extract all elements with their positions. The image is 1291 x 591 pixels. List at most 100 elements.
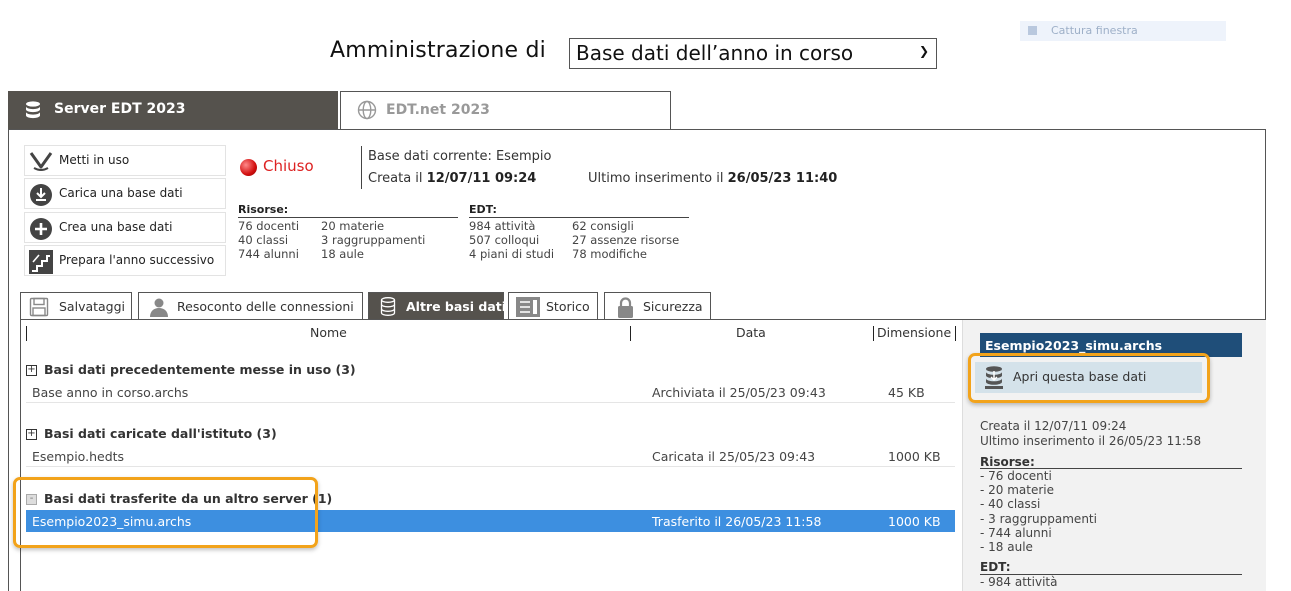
stat-students: 744 alunni [238, 247, 299, 261]
status-label: Chiuso [263, 157, 314, 175]
current-database-name: Base dati corrente: Esempio [368, 149, 552, 164]
last-insert-date: 26/05/23 11:40 [727, 171, 838, 186]
detail-resource-item: - 18 aule [980, 540, 1033, 555]
detail-resource-item: - 3 raggruppamenti [980, 511, 1097, 526]
tab-server-label: Server EDT 2023 [54, 101, 186, 117]
detail-edt-item: - 984 attività [980, 575, 1058, 589]
column-separator[interactable] [26, 326, 27, 341]
history-icon [516, 297, 540, 320]
tab-history-label: Storico [546, 299, 590, 314]
current-database-created: Creata il 12/07/11 09:24 [368, 171, 536, 186]
stat-changes: 78 modifiche [572, 247, 647, 261]
edt-rule [469, 217, 689, 218]
resources-title: Risorse: [238, 203, 289, 216]
row-date: Trasferito il 26/05/23 11:58 [652, 514, 822, 529]
capture-window-button[interactable]: Cattura finestra [1020, 21, 1226, 41]
put-in-use-button[interactable]: Metti in uso [24, 145, 226, 176]
tab-net-label: EDT.net 2023 [386, 102, 490, 118]
column-separator[interactable] [955, 326, 956, 341]
capture-window-label: Cattura finestra [1051, 24, 1138, 37]
globe-icon [357, 100, 377, 124]
detail-last-insert: Ultimo inserimento il 26/05/23 11:58 [980, 434, 1202, 448]
tab-backups-label: Salvataggi [59, 299, 126, 314]
stat-subjects: 20 materie [321, 219, 385, 233]
stat-councils: 62 consigli [572, 219, 634, 233]
create-database-button[interactable]: Crea una base dati [24, 212, 226, 243]
stat-groupings: 3 raggruppamenti [321, 233, 426, 247]
row-size: 45 KB [888, 385, 925, 400]
table-row[interactable]: Esempio.hedts Caricata il 25/05/23 09:43… [26, 445, 955, 467]
tab-connections-report-label: Resoconto delle connessioni [177, 299, 354, 314]
highlight-frame [968, 353, 1210, 403]
status-bulb-icon [240, 159, 257, 176]
tab-edt-net[interactable]: EDT.net 2023 [340, 91, 671, 129]
tab-other-databases-label: Altre basi dati [406, 299, 507, 314]
group-previously-in-use[interactable]: + Basi dati precedentemente messe in uso… [26, 362, 356, 377]
database-select-value: Base dati dell’anno in corso [576, 41, 854, 65]
save-icon [29, 297, 49, 320]
row-size: 1000 KB [888, 514, 941, 529]
row-name: Esempio.hedts [32, 449, 125, 464]
tab-connections-report[interactable]: Resoconto delle connessioni [138, 292, 363, 320]
created-prefix: Creata il [368, 171, 423, 186]
create-database-label: Crea una base dati [59, 220, 173, 234]
expand-icon[interactable]: + [26, 429, 37, 440]
plus-circle-icon [29, 217, 53, 244]
group-uploaded-by-school[interactable]: + Basi dati caricate dall'istituto (3) [26, 426, 277, 441]
resources-col-1: 76 docenti 40 classi 744 alunni [238, 219, 299, 261]
database-select[interactable]: Base dati dell’anno in corso ❯ [569, 38, 937, 69]
tab-server-edt[interactable]: Server EDT 2023 [8, 91, 338, 129]
stat-study-plans: 4 piani di studi [469, 247, 555, 261]
tab-other-databases[interactable]: Altre basi dati [368, 292, 507, 320]
column-separator[interactable] [873, 326, 874, 341]
load-database-label: Carica una base dati [59, 186, 183, 200]
highlight-frame [13, 477, 318, 548]
capture-icon [1028, 26, 1037, 35]
detail-resources-list: - 76 docenti - 20 materie - 40 classi - … [980, 469, 1097, 554]
tab-security[interactable]: Sicurezza [604, 292, 711, 320]
tab-security-label: Sicurezza [643, 299, 703, 314]
created-date: 12/07/11 09:24 [426, 171, 537, 186]
row-date: Caricata il 25/05/23 09:43 [652, 449, 816, 464]
chevron-down-icon: ❯ [918, 44, 929, 58]
prepare-next-year-button[interactable]: Prepara l'anno successivo [24, 245, 226, 276]
divider [361, 146, 362, 189]
resources-rule [238, 217, 458, 218]
stat-rooms: 18 aule [321, 247, 364, 261]
tab-history[interactable]: Storico [508, 292, 598, 320]
m-logo-icon [29, 150, 53, 175]
admin-label: Amministrazione di [330, 38, 546, 63]
group-label: Basi dati precedentemente messe in uso (… [44, 362, 356, 377]
expand-icon[interactable]: + [26, 365, 37, 376]
resources-col-2: 20 materie 3 raggruppamenti 18 aule [321, 219, 425, 261]
stat-classes: 40 classi [238, 233, 289, 247]
stairs-icon [29, 250, 53, 277]
edt-title: EDT: [469, 203, 497, 216]
detail-resources-title: Risorse: [980, 455, 1035, 469]
detail-resource-item: - 744 alunni [980, 525, 1052, 540]
detail-edt-list: - 984 attività [980, 575, 1057, 589]
load-database-button[interactable]: Carica una base dati [24, 178, 226, 209]
stat-resource-absences: 27 assenze risorse [572, 233, 680, 247]
detail-resource-item: - 76 docenti [980, 469, 1052, 483]
column-header-size[interactable]: Dimensione [877, 325, 951, 340]
user-icon [149, 297, 169, 320]
column-header-date[interactable]: Data [736, 325, 766, 340]
row-size: 1000 KB [888, 449, 941, 464]
edt-col-1: 984 attività 507 colloqui 4 piani di stu… [469, 219, 554, 261]
tab-backups[interactable]: Salvataggi [20, 292, 132, 320]
table-row[interactable]: Base anno in corso.archs Archiviata il 2… [26, 381, 955, 403]
database-icon [25, 101, 41, 123]
detail-edt-title: EDT: [980, 560, 1011, 574]
prepare-next-year-label: Prepara l'anno successivo [59, 253, 215, 267]
detail-resource-item: - 40 classi [980, 497, 1041, 512]
column-separator[interactable] [630, 326, 631, 341]
stat-meetings: 507 colloqui [469, 233, 540, 247]
row-date: Archiviata il 25/05/23 09:43 [652, 385, 826, 400]
status-indicator: Chiuso [238, 157, 314, 176]
download-icon [29, 183, 53, 210]
stat-activities: 984 attività [469, 219, 536, 233]
column-header-name[interactable]: Nome [310, 325, 347, 340]
last-insert-prefix: Ultimo inserimento il [588, 171, 724, 186]
stat-teachers: 76 docenti [238, 219, 300, 233]
